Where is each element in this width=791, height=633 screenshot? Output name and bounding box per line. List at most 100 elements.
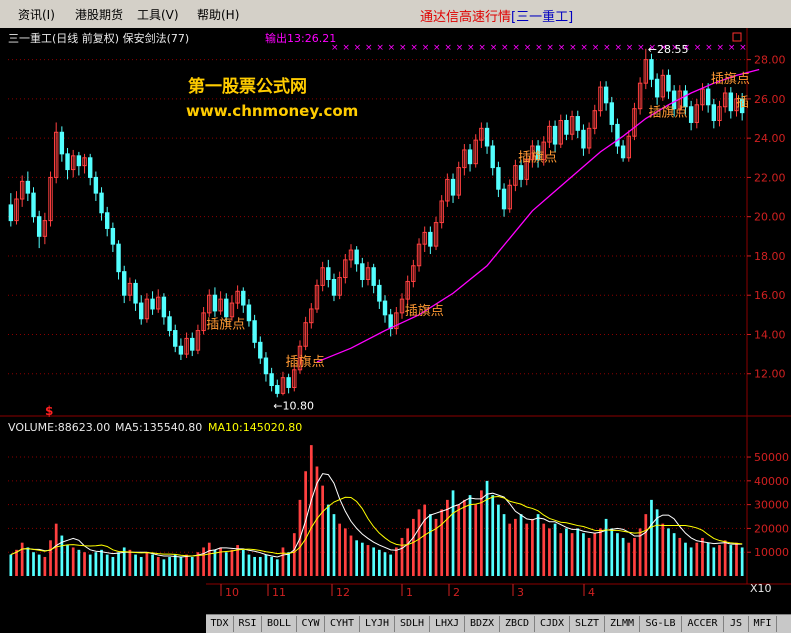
- signal-flag-label: 插旗点: [286, 354, 325, 370]
- candle-body: [388, 314, 393, 330]
- candle-body: [275, 385, 280, 394]
- volume-ma10-label: MA10:145020.80: [208, 421, 302, 434]
- indicator-tab-zbcd[interactable]: ZBCD: [500, 616, 535, 632]
- candle-body: [167, 316, 172, 332]
- menu-tools[interactable]: 工具(V): [137, 6, 179, 23]
- candle-body: [36, 216, 42, 237]
- menu-bar: 资讯(I) 港股期货 工具(V) 帮助(H) 通达信高速行情[三一重工]: [0, 0, 791, 29]
- candle-body: [360, 263, 365, 281]
- menu-hk-futures[interactable]: 港股期货: [75, 6, 123, 23]
- cross-marker: ×: [637, 43, 645, 53]
- candle-body: [258, 341, 263, 359]
- indicator-tab-sdlh[interactable]: SDLH: [395, 616, 430, 632]
- cross-marker: ×: [728, 43, 736, 53]
- panel-restore-icon[interactable]: [732, 32, 742, 42]
- candle-body: [609, 102, 614, 125]
- cross-marker: ×: [456, 43, 464, 53]
- indicator-tab-bdzx[interactable]: BDZX: [465, 616, 500, 632]
- candle-body: [93, 176, 99, 194]
- price-header: 三一重工(日线 前复权) 保安剑法(77): [8, 31, 189, 45]
- candle-body: [564, 119, 569, 135]
- cross-marker: ×: [433, 43, 441, 53]
- indicator-tab-cyht[interactable]: CYHT: [325, 616, 360, 632]
- cross-marker: ×: [388, 43, 396, 53]
- price-tick-label: 24.00: [754, 132, 786, 145]
- candle-body: [354, 249, 359, 265]
- menu-info[interactable]: 资讯(I): [18, 6, 55, 23]
- candle-body: [649, 59, 654, 80]
- candle-body: [666, 74, 671, 92]
- candle-body: [382, 300, 388, 316]
- candle-body: [575, 116, 580, 131]
- candles: [8, 48, 745, 398]
- indicator-tab-tdx[interactable]: TDX: [206, 616, 234, 632]
- indicator-tab-zlmm[interactable]: ZLMM: [605, 616, 640, 632]
- candle-body: [331, 279, 337, 296]
- cross-marker: ×: [410, 43, 418, 53]
- price-tick-label: 14.00: [754, 328, 786, 341]
- candle-body: [173, 330, 178, 347]
- chart-area[interactable]: × × × × × × × × × × × × × × × × × × × × × × × × × × × × × × × × × × × × × ←1…: [0, 28, 791, 599]
- signal-flag-label: 插旗点: [405, 303, 444, 319]
- candle-body: [99, 192, 104, 214]
- candle-body: [711, 104, 717, 121]
- indicator-tab-js[interactable]: JS: [724, 616, 749, 632]
- time-axis-label: 4: [588, 586, 595, 598]
- candle-body: [190, 337, 195, 351]
- candle-body: [25, 180, 31, 194]
- max-price-label: ←28.55: [648, 43, 689, 56]
- candle-body: [59, 131, 65, 155]
- candle-body: [428, 231, 433, 247]
- candle-body: [105, 212, 110, 229]
- indicator-tab-accer[interactable]: ACCER: [682, 616, 724, 632]
- price-tick-label: 22.00: [754, 171, 786, 184]
- volume-ma5-line: [10, 473, 743, 558]
- cross-marker: ×: [614, 43, 622, 53]
- candle-body: [683, 90, 688, 108]
- indicator-tab-rsi[interactable]: RSI: [234, 616, 262, 632]
- candle-body: [116, 243, 121, 273]
- cross-marker: ×: [365, 43, 373, 53]
- cross-marker: ×: [478, 43, 486, 53]
- indicator-tab-sg-lb[interactable]: SG-LB: [640, 616, 682, 632]
- volume-ma-lines: [10, 473, 743, 558]
- indicator-tab-boll[interactable]: BOLL: [262, 616, 297, 632]
- time-axis-label: 1: [406, 586, 413, 598]
- volume-ma5-label: MA5:135540.80: [115, 421, 202, 434]
- time-axis-label: 10: [225, 586, 239, 598]
- volume-ma10-line: [10, 496, 743, 557]
- volume-tick-label: 40000: [754, 475, 789, 488]
- candle-body: [501, 188, 507, 210]
- indicator-tab-bar: TDX RSI BOLL CYW CYHT LYJH SDLH LHXJ BDZX ZBCD CJD…: [206, 614, 791, 633]
- min-price-label: ←10.80: [273, 399, 314, 412]
- indicator-tab-lyjh[interactable]: LYJH: [360, 616, 395, 632]
- candle-body: [490, 145, 495, 169]
- indicator-tab-lhxj[interactable]: LHXJ: [430, 616, 465, 632]
- menu-help[interactable]: 帮助(H): [197, 6, 239, 23]
- cross-marker: ×: [546, 43, 554, 53]
- cross-marker: ×: [354, 43, 362, 53]
- volume-tick-label: 50000: [754, 451, 789, 464]
- indicator-tab-slzt[interactable]: SLZT: [570, 616, 605, 632]
- candle-body: [728, 92, 734, 112]
- indicator-tab-cjdx[interactable]: CJDX: [535, 616, 570, 632]
- indicator-tab-cyw[interactable]: CYW: [297, 616, 325, 632]
- candle-body: [286, 377, 291, 388]
- candle-body: [246, 304, 252, 322]
- time-axis-label: 11: [272, 586, 286, 598]
- time-axis-label: 3: [517, 586, 524, 598]
- candle-body: [133, 282, 138, 304]
- cross-marker: ×: [603, 43, 611, 53]
- indicator-tab-mfi[interactable]: MFI: [749, 616, 777, 632]
- candle-body: [450, 178, 456, 196]
- candle-body: [620, 145, 626, 159]
- app-title: 通达信高速行情[三一重工]: [420, 6, 573, 25]
- signal-flag-label-clipped: 插: [736, 96, 749, 111]
- cross-marker: ×: [376, 43, 384, 53]
- candle-body: [88, 157, 93, 178]
- candle-body: [467, 149, 473, 165]
- candle-body: [615, 123, 620, 147]
- volume-y-ticks: 10000 20000 30000 40000 50000: [747, 451, 789, 559]
- candle-body: [688, 106, 694, 123]
- cross-marker: ×: [490, 43, 498, 53]
